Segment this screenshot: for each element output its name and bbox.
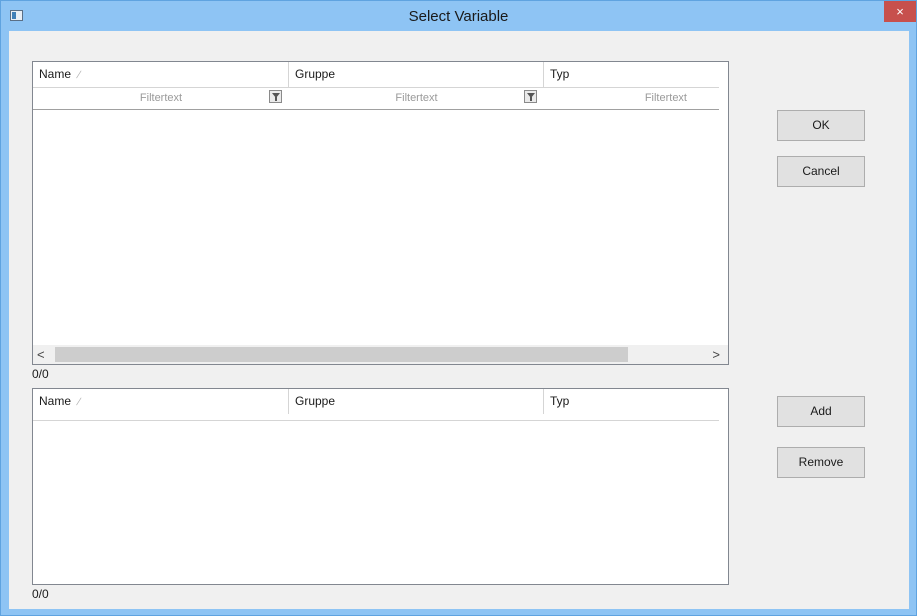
available-variables-grid[interactable]: Name / Gruppe Typ Filtertext Filtertext F…: [32, 61, 729, 365]
column-label: Name: [39, 394, 72, 408]
available-count: 0/0: [32, 367, 49, 381]
column-label: Name: [39, 67, 72, 81]
add-button[interactable]: Add: [777, 396, 865, 427]
title-bar[interactable]: Select Variable ×: [1, 1, 916, 31]
grid-header: Name / Gruppe Typ: [33, 389, 719, 421]
column-header-typ[interactable]: Typ: [544, 62, 719, 87]
ok-button[interactable]: OK: [777, 110, 865, 141]
filter-icon[interactable]: [269, 90, 282, 103]
cancel-button[interactable]: Cancel: [777, 156, 865, 187]
selected-variables-grid[interactable]: Name / Gruppe Typ: [32, 388, 729, 585]
scroll-left-arrow-icon[interactable]: <: [37, 345, 45, 364]
column-header-name[interactable]: Name /: [33, 389, 289, 414]
scroll-right-arrow-icon[interactable]: >: [712, 345, 720, 364]
column-label: Typ: [550, 67, 570, 81]
select-variable-dialog: Select Variable × Name / Gruppe Typ Filte…: [0, 0, 917, 616]
column-header-gruppe[interactable]: Gruppe: [289, 389, 544, 414]
typ-filter-input[interactable]: Filtertext: [544, 88, 719, 109]
column-label: Typ: [550, 394, 570, 408]
filter-icon[interactable]: [524, 90, 537, 103]
window-title: Select Variable: [408, 8, 509, 25]
dialog-body: Name / Gruppe Typ Filtertext Filtertext F…: [9, 31, 909, 609]
sort-indicator-icon: /: [75, 70, 82, 81]
selected-count: 0/0: [32, 587, 49, 601]
close-button[interactable]: ×: [884, 1, 916, 22]
horizontal-scrollbar[interactable]: < >: [33, 345, 728, 364]
name-filter-input[interactable]: Filtertext: [33, 88, 289, 109]
column-label: Gruppe: [295, 67, 336, 81]
column-header-name[interactable]: Name /: [33, 62, 289, 87]
filter-row: Filtertext Filtertext Filtertext: [33, 88, 719, 110]
scrollbar-thumb[interactable]: [55, 347, 628, 362]
sort-indicator-icon: /: [75, 397, 82, 408]
column-label: Gruppe: [295, 394, 336, 408]
grid-header: Name / Gruppe Typ: [33, 62, 719, 88]
remove-button[interactable]: Remove: [777, 447, 865, 478]
column-header-typ[interactable]: Typ: [544, 389, 719, 414]
column-header-gruppe[interactable]: Gruppe: [289, 62, 544, 87]
gruppe-filter-input[interactable]: Filtertext: [289, 88, 544, 109]
